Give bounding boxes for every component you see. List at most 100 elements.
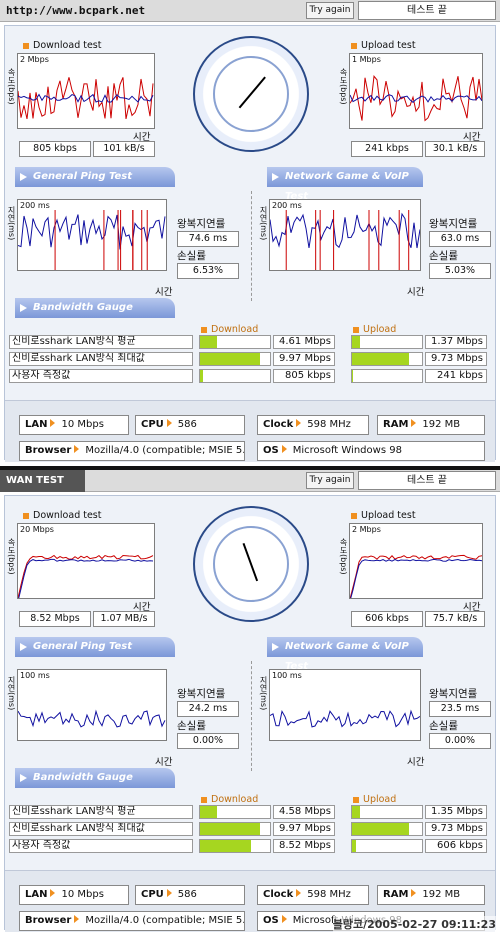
- tab-network-game-voip-test[interactable]: Network Game & VoIP Test: [267, 637, 423, 672]
- bw-download-bar: [199, 369, 271, 383]
- ram-value: 192 MB: [422, 419, 461, 430]
- bw-download-bar: [199, 822, 271, 836]
- download-kbps: 805 kbps: [19, 141, 91, 157]
- download-trace: [17, 554, 154, 602]
- arrow-right-icon: [411, 419, 417, 427]
- download-test-title: Download test: [23, 510, 102, 521]
- bw-download-bar: [199, 839, 271, 853]
- play-triangle-icon: [20, 643, 27, 651]
- ping-rtt-value: 74.6 ms: [177, 231, 239, 247]
- play-triangle-icon: [20, 173, 27, 181]
- play-triangle-icon: [272, 643, 279, 651]
- cpu-info: CPU 586: [135, 885, 245, 905]
- bw-download-value: 8.52 Mbps: [273, 839, 335, 853]
- os-key: OS: [263, 915, 279, 926]
- browser-key: Browser: [25, 915, 72, 926]
- download-title-text: Download test: [33, 40, 102, 51]
- gauge-needle: [242, 542, 259, 582]
- upload-test-title: Upload test: [351, 40, 416, 51]
- tab-general-ping-test[interactable]: General Ping Test: [15, 167, 175, 187]
- gauge-needle: [238, 76, 266, 109]
- wan-test-panel: WAN TEST Try again 테스트 끝 Download test 속…: [0, 470, 500, 936]
- bw-upload-bar: [351, 839, 423, 853]
- ping-rtt-value: 24.2 ms: [177, 701, 239, 717]
- upload-trace: [349, 554, 483, 602]
- ping-graph: 200 ms: [17, 199, 167, 271]
- lan-value: 10 Mbps: [61, 419, 104, 430]
- bw-row-label: 사용자 측정값: [9, 839, 193, 853]
- upload-kBs: 75.7 kB/s: [425, 611, 485, 627]
- bw-row-label: 사용자 측정값: [9, 369, 193, 383]
- bw-row-label: 신비로sshark LAN방식 최대값: [9, 822, 193, 836]
- tab-network-game-voip-test[interactable]: Network Game & VoIP Test: [267, 167, 423, 202]
- ram-info: RAM 192 MB: [377, 885, 485, 905]
- cpu-key: CPU: [141, 889, 164, 900]
- game-tab-label: Network Game & VoIP Test: [285, 171, 409, 202]
- ping-loss-label: 손실률: [177, 250, 206, 262]
- download-scale: 20 Mbps: [20, 525, 54, 534]
- game-scale: 100 ms: [272, 671, 302, 680]
- bw-upload-header: Upload: [353, 794, 396, 805]
- play-triangle-icon: [20, 304, 27, 312]
- bw-upload-fill: [352, 370, 354, 382]
- bw-upload-value: 9.73 Mbps: [425, 822, 487, 836]
- test-status-button[interactable]: 테스트 끝: [358, 471, 496, 490]
- bw-upload-value: 241 kbps: [425, 369, 487, 383]
- bw-upload-text: Upload: [363, 794, 397, 805]
- try-again-button[interactable]: Try again: [306, 472, 354, 489]
- game-x-label: 시간: [407, 287, 425, 298]
- download-title-text: Download test: [33, 510, 102, 521]
- ping-scale: 200 ms: [20, 201, 50, 210]
- bw-upload-text: Upload: [363, 324, 397, 335]
- panel-body: Download test 속도(bps) 2 Mbps 시간 805 kbps…: [4, 25, 496, 462]
- ping-y-label: 지연(ms): [7, 206, 16, 241]
- bw-tab-label: Bandwidth Gauge: [33, 302, 133, 313]
- bw-upload-fill: [352, 823, 410, 835]
- browser-value: Mozilla/4.0 (compatible; MSIE 5.0: [85, 915, 245, 926]
- bw-download-value: 9.97 Mbps: [273, 352, 335, 366]
- game-loss-value: 5.03%: [429, 263, 491, 279]
- bw-download-value: 4.61 Mbps: [273, 335, 335, 349]
- ping-rtt-label: 왕복지연률: [177, 688, 226, 700]
- bw-upload-value: 606 kbps: [425, 839, 487, 853]
- test-status-button[interactable]: 테스트 끝: [358, 1, 496, 20]
- upload-trace: [349, 75, 483, 122]
- bw-row-label: 신비로sshark LAN방식 평균: [9, 805, 193, 819]
- bw-download-value: 4.58 Mbps: [273, 805, 335, 819]
- bw-upload-fill: [352, 336, 360, 348]
- cpu-key: CPU: [141, 419, 164, 430]
- download-graph: 2 Mbps: [17, 53, 155, 129]
- browser-key: Browser: [25, 445, 72, 456]
- ram-value: 192 MB: [422, 889, 461, 900]
- download-y-label: 속도(bps): [7, 68, 16, 105]
- game-loss-label: 손실률: [429, 720, 458, 732]
- ping-trace: [17, 709, 166, 728]
- bw-download-text: Download: [211, 324, 259, 335]
- upload-kbps: 606 kbps: [351, 611, 423, 627]
- bw-download-text: Download: [211, 794, 259, 805]
- tab-bandwidth-gauge[interactable]: Bandwidth Gauge: [15, 298, 175, 318]
- bw-upload-bar: [351, 805, 423, 819]
- footer-stamp: 블랑코/2005-02-27 09:11:23: [332, 916, 496, 932]
- upload-title-text: Upload test: [361, 510, 416, 521]
- clock-info: Clock 598 MHz: [257, 415, 369, 435]
- bw-download-bar: [199, 335, 271, 349]
- bw-download-value: 9.97 Mbps: [273, 822, 335, 836]
- orange-bullet-icon: [351, 512, 357, 519]
- bw-upload-header: Upload: [353, 324, 396, 335]
- try-again-button[interactable]: Try again: [306, 2, 354, 19]
- ping-rtt-label: 왕복지연률: [177, 218, 226, 230]
- bw-upload-value: 1.35 Mbps: [425, 805, 487, 819]
- panel-header: http://www.bcpark.net Try again 테스트 끝: [0, 0, 500, 22]
- tab-bandwidth-gauge[interactable]: Bandwidth Gauge: [15, 768, 175, 788]
- ping-loss-value: 0.00%: [177, 733, 239, 749]
- orange-bullet-icon: [201, 796, 207, 803]
- ping-tab-label: General Ping Test: [33, 641, 133, 652]
- arrow-right-icon: [50, 889, 56, 897]
- ping-loss-value: 6.53%: [177, 263, 239, 279]
- arrow-right-icon: [296, 419, 302, 427]
- game-y-label: 지연(ms): [259, 206, 268, 241]
- tab-general-ping-test[interactable]: General Ping Test: [15, 637, 175, 657]
- ping-trace: [17, 210, 166, 270]
- bw-upload-fill: [352, 806, 360, 818]
